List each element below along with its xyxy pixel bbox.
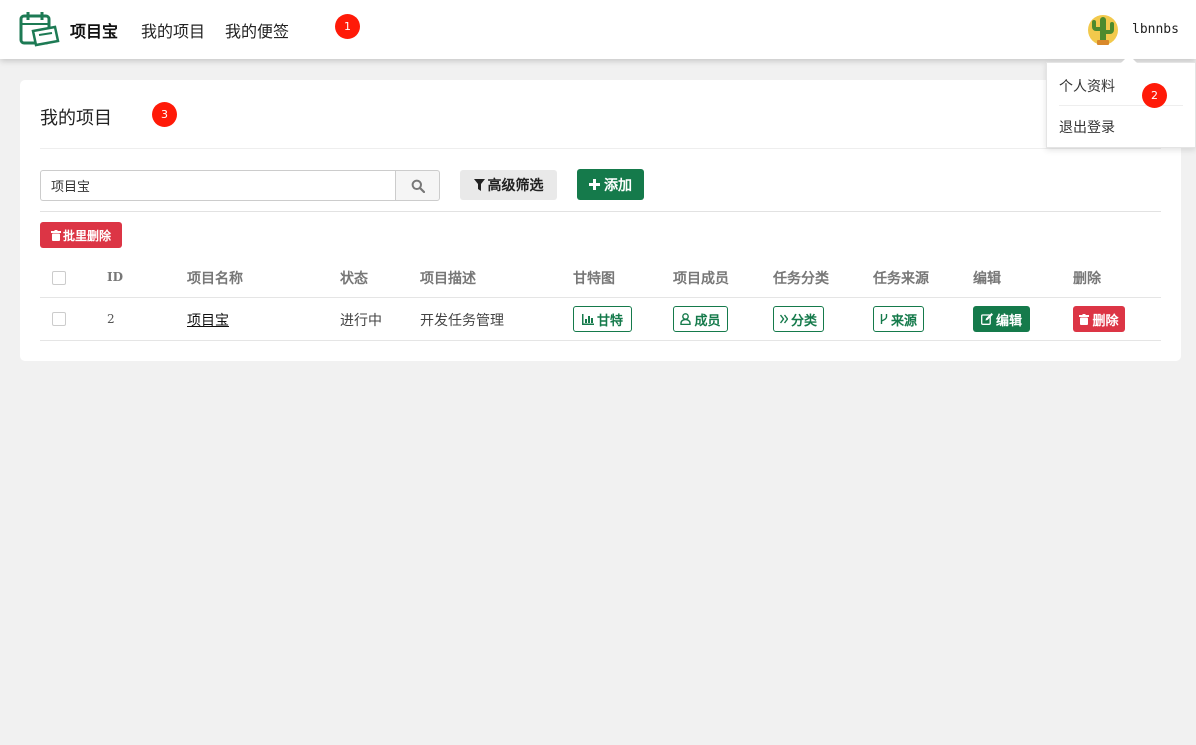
column-header-id: ID: [107, 270, 124, 284]
logo-icon[interactable]: [19, 11, 61, 47]
edit-button[interactable]: 编辑: [973, 306, 1030, 332]
annotation-marker-1: 1: [335, 14, 360, 39]
top-navbar: 项目宝 我的项目 我的便签 lbnnbs: [0, 0, 1196, 59]
source-button-label: 来源: [890, 313, 917, 329]
column-header-gantt: 甘特图: [573, 271, 615, 287]
row-checkbox[interactable]: [52, 312, 66, 326]
category-button[interactable]: 分类: [773, 306, 824, 332]
members-button[interactable]: 成员: [673, 306, 728, 332]
menu-item-profile[interactable]: 个人资料: [1059, 76, 1115, 96]
add-project-button[interactable]: 添加: [577, 169, 644, 200]
bar-chart-icon: [581, 313, 594, 325]
advanced-filter-label: 高级筛选: [487, 178, 544, 194]
annotation-marker-2: 2: [1142, 83, 1167, 108]
column-header-source: 任务来源: [873, 271, 929, 287]
column-header-name: 项目名称: [187, 271, 243, 287]
projects-panel: 我的项目 3 高级筛选 添加 批里删除 ID 项目名称 状态 项目描述 甘特图 …: [20, 80, 1181, 361]
cell-id: 2: [107, 312, 115, 326]
toolbar-divider: [40, 211, 1161, 212]
search-input[interactable]: [40, 170, 396, 201]
select-all-checkbox[interactable]: [52, 271, 66, 285]
nav-my-projects[interactable]: 我的项目: [141, 18, 205, 42]
category-button-label: 分类: [790, 313, 817, 329]
user-icon: [680, 313, 692, 325]
gantt-button-label: 甘特: [596, 313, 623, 329]
plus-icon: [589, 179, 600, 190]
code-fork-icon: [880, 313, 888, 325]
column-header-status: 状态: [340, 271, 368, 287]
column-header-delete: 删除: [1073, 271, 1101, 287]
dropdown-caret: [1121, 55, 1137, 63]
source-button[interactable]: 来源: [873, 306, 924, 332]
user-dropdown-menu: 个人资料 退出登录: [1046, 62, 1196, 148]
add-project-label: 添加: [604, 177, 632, 194]
nav-my-notes[interactable]: 我的便签: [225, 18, 289, 42]
delete-button-label: 删除: [1092, 313, 1119, 329]
column-header-edit: 编辑: [973, 271, 1001, 287]
table-header-divider: [40, 297, 1161, 298]
edit-button-label: 编辑: [995, 313, 1022, 329]
menu-divider: [1059, 105, 1183, 106]
project-name-link[interactable]: 项目宝: [187, 310, 229, 330]
trash-icon: [1079, 313, 1090, 325]
batch-delete-button[interactable]: 批里删除: [40, 222, 122, 248]
menu-item-logout[interactable]: 退出登录: [1059, 117, 1115, 137]
search-icon: [411, 179, 425, 193]
title-divider: [40, 148, 1161, 149]
column-header-category: 任务分类: [773, 271, 829, 287]
annotation-marker-3: 3: [152, 102, 177, 127]
brand-name[interactable]: 项目宝: [70, 18, 118, 42]
username[interactable]: lbnnbs: [1132, 22, 1179, 37]
cell-description: 开发任务管理: [420, 313, 504, 329]
delete-button[interactable]: 删除: [1073, 306, 1125, 332]
members-button-label: 成员: [694, 313, 721, 329]
trash-icon: [50, 229, 61, 241]
gantt-button[interactable]: 甘特: [573, 306, 632, 332]
advanced-filter-button[interactable]: 高级筛选: [460, 170, 557, 200]
filter-icon: [473, 179, 485, 191]
edit-icon: [981, 313, 993, 325]
column-header-description: 项目描述: [420, 271, 476, 287]
batch-delete-label: 批里删除: [62, 228, 111, 243]
column-header-members: 项目成员: [673, 271, 729, 287]
search-button[interactable]: [395, 170, 440, 201]
avatar-cactus-icon[interactable]: [1087, 12, 1119, 46]
cell-status: 进行中: [340, 313, 382, 329]
table-row-divider: [40, 340, 1161, 341]
double-chevron-icon: [779, 314, 788, 324]
page-title: 我的项目: [40, 108, 112, 129]
